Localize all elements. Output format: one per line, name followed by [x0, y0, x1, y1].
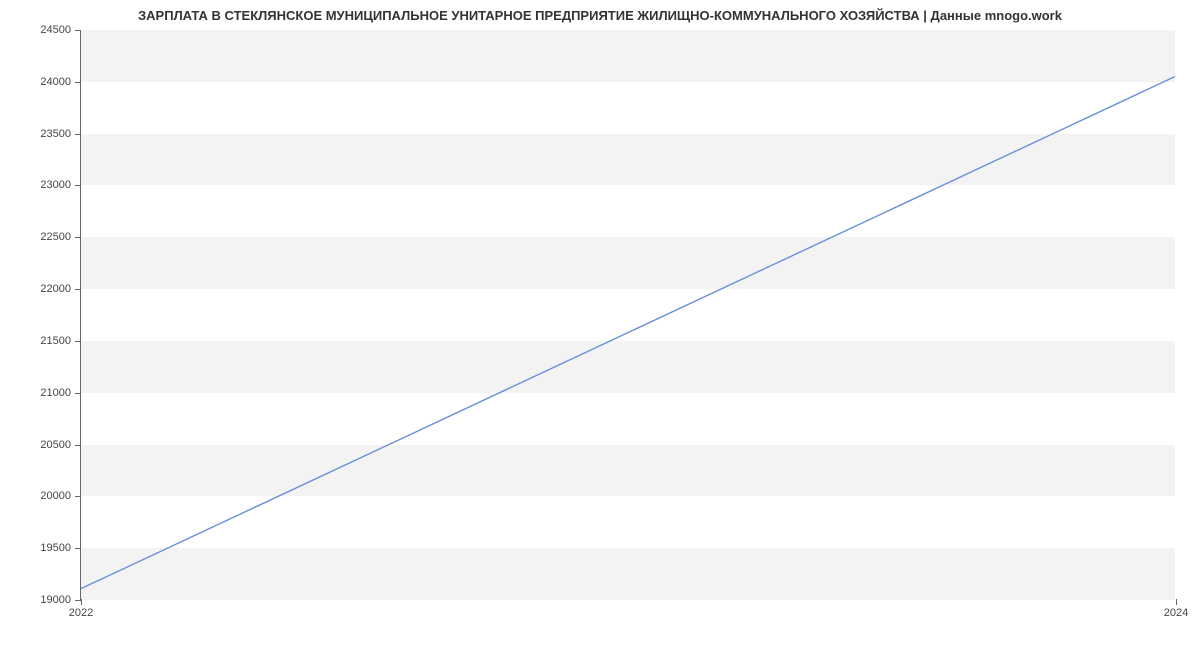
line-series [81, 30, 1175, 599]
y-tick-label: 20000 [40, 490, 81, 502]
x-tick-label: 2022 [69, 599, 93, 619]
y-tick-label: 24500 [40, 24, 81, 36]
x-tick-label: 2024 [1164, 599, 1188, 619]
y-tick-label: 22500 [40, 231, 81, 243]
y-tick-label: 23000 [40, 179, 81, 191]
y-tick-label: 19500 [40, 542, 81, 554]
plot-area: 1900019500200002050021000215002200022500… [80, 30, 1175, 600]
y-tick-label: 24000 [40, 76, 81, 88]
y-tick-label: 21500 [40, 335, 81, 347]
y-tick-label: 20500 [40, 439, 81, 451]
y-tick-label: 22000 [40, 283, 81, 295]
y-tick-label: 23500 [40, 128, 81, 140]
y-tick-label: 21000 [40, 387, 81, 399]
chart-title: ЗАРПЛАТА В СТЕКЛЯНСКОЕ МУНИЦИПАЛЬНОЕ УНИ… [0, 8, 1200, 23]
chart-container: ЗАРПЛАТА В СТЕКЛЯНСКОЕ МУНИЦИПАЛЬНОЕ УНИ… [0, 0, 1200, 650]
